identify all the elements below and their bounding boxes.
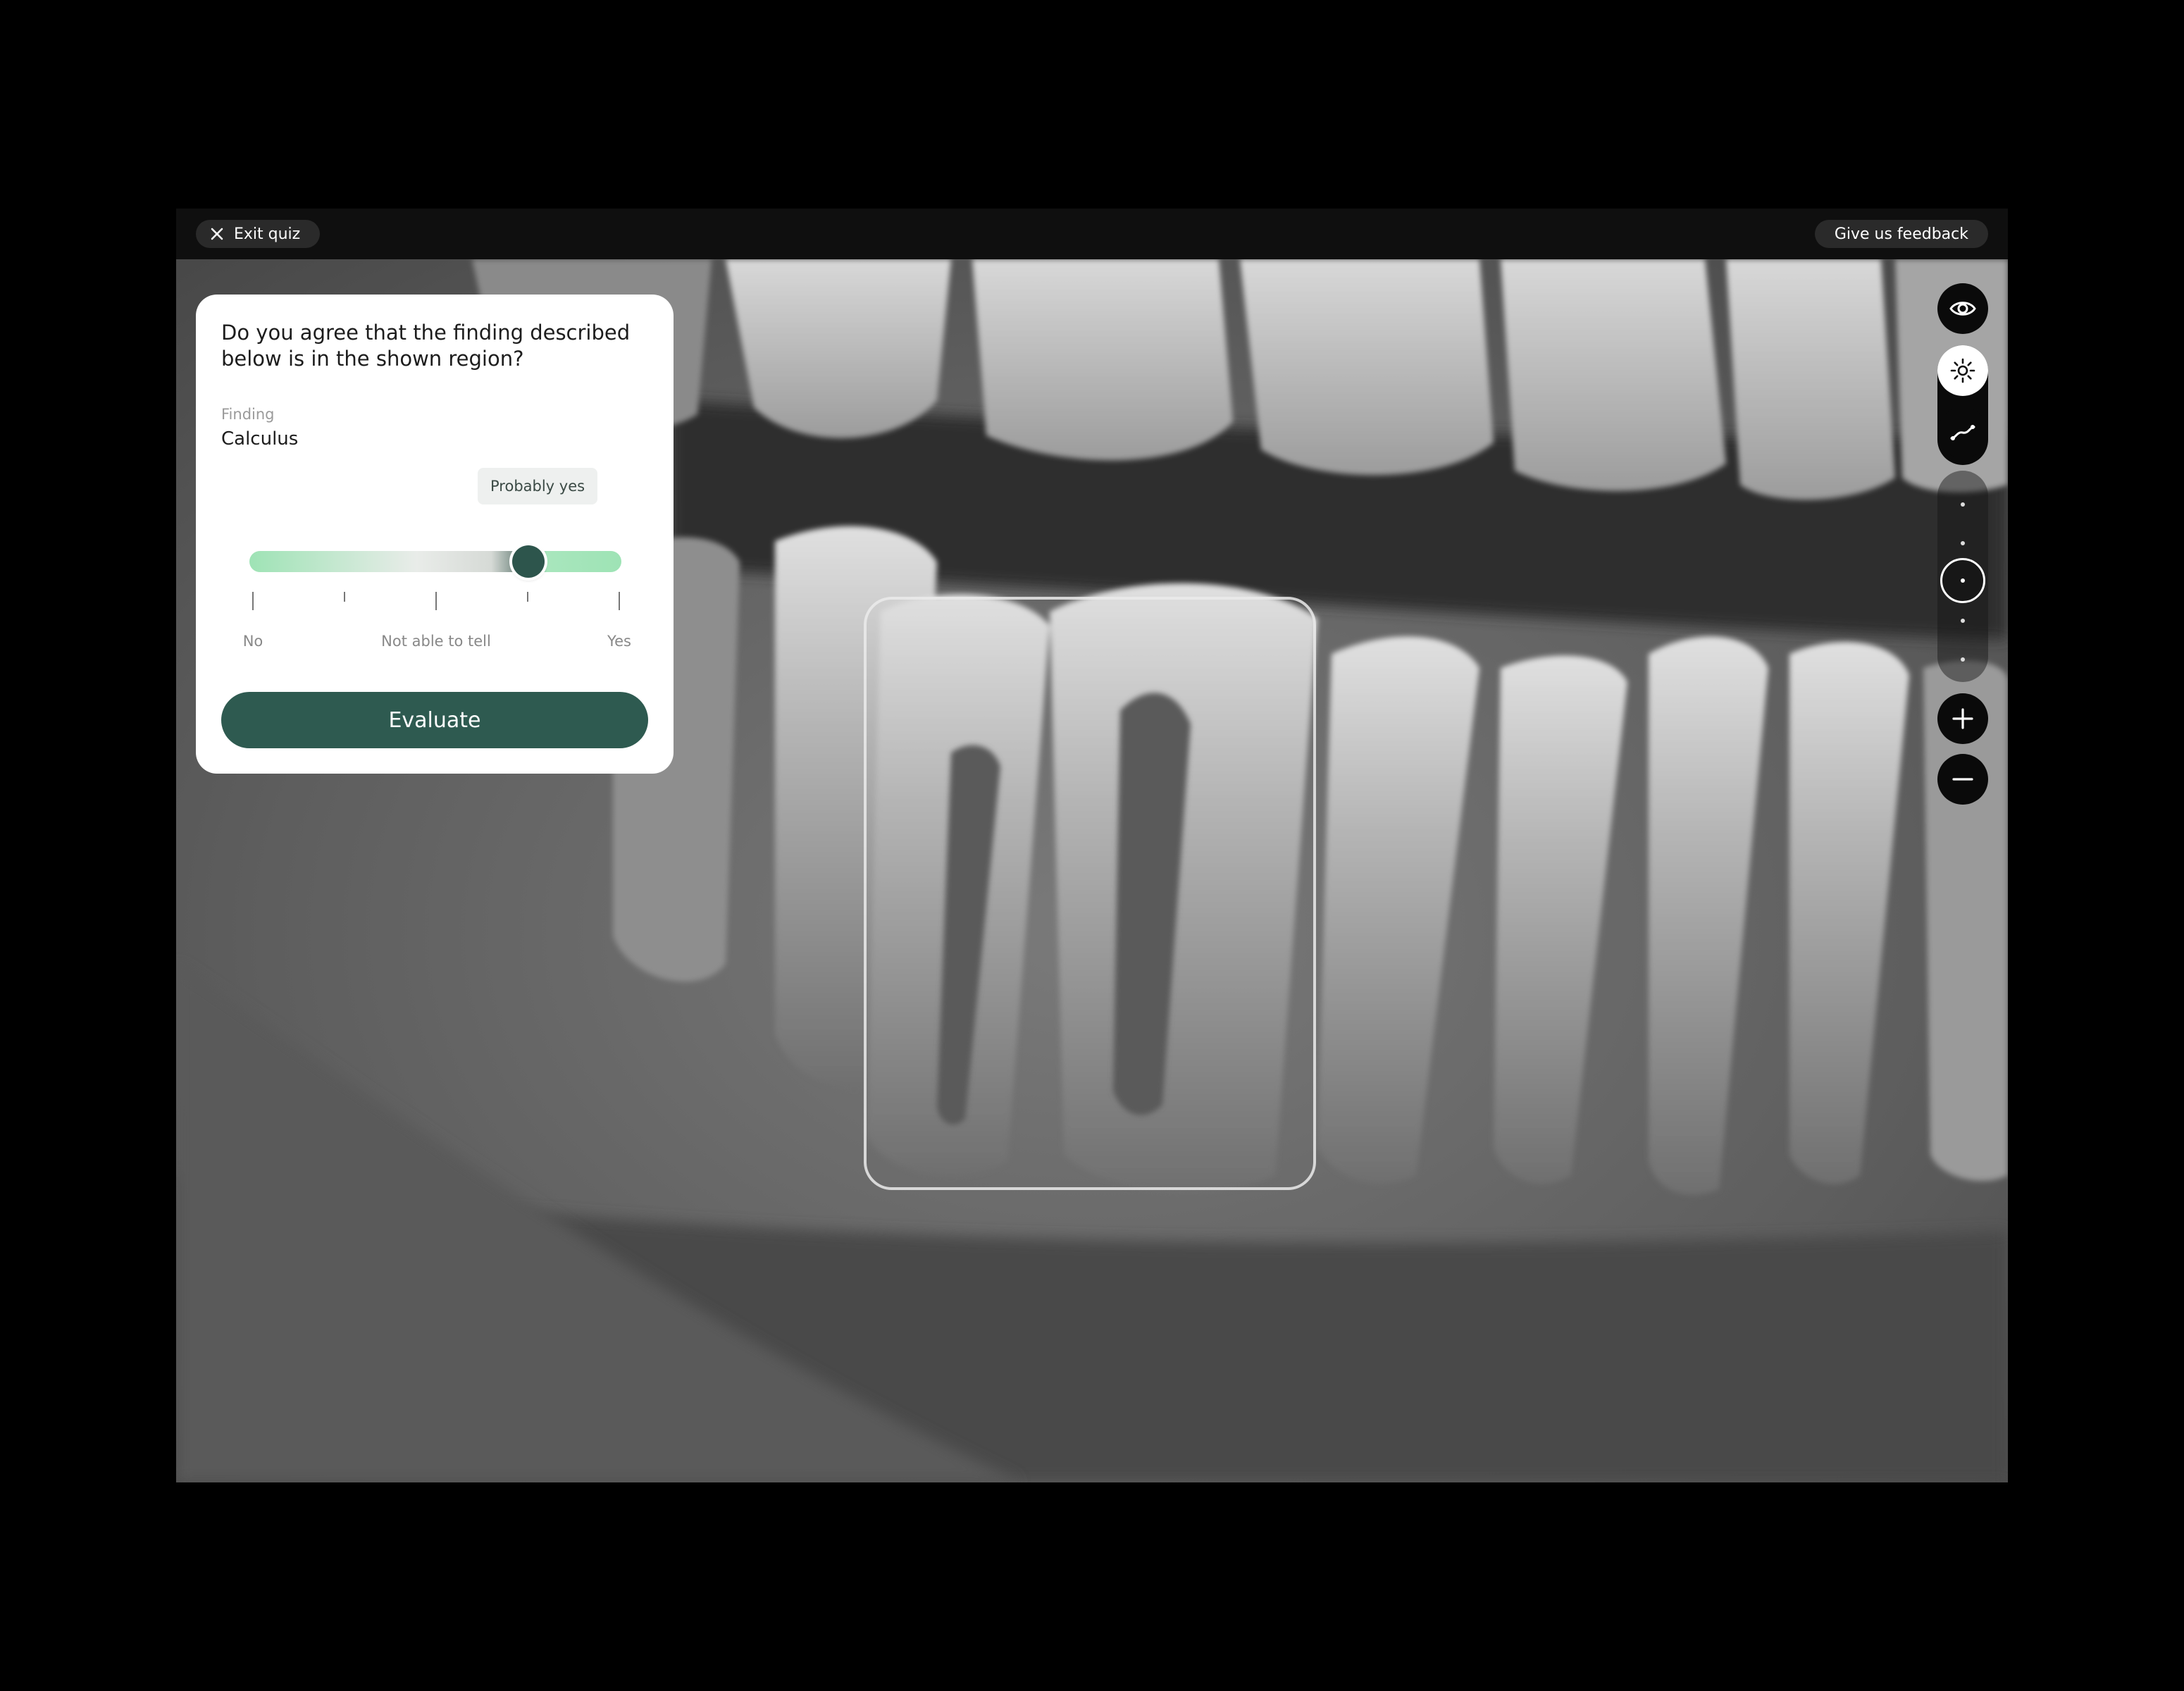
zoom-level-track[interactable] xyxy=(1937,471,1988,682)
zoom-step-dot[interactable] xyxy=(1961,541,1965,545)
highlighted-region-box xyxy=(864,597,1316,1190)
quiz-app: Exit quiz Give us feedback Do you agree … xyxy=(176,209,2008,1482)
evaluate-button[interactable]: Evaluate xyxy=(221,692,648,748)
slider-tick xyxy=(435,592,437,610)
curve-button[interactable] xyxy=(1937,407,1988,458)
exit-quiz-label: Exit quiz xyxy=(234,225,301,243)
scale-label-yes: Yes xyxy=(607,633,631,650)
slider-tick xyxy=(252,592,254,610)
zoom-step-dot[interactable] xyxy=(1961,502,1965,507)
plus-icon xyxy=(1952,708,1973,729)
minus-icon xyxy=(1952,778,1973,781)
zoom-step-dot[interactable] xyxy=(1961,657,1965,662)
slider-tick xyxy=(527,592,528,602)
close-icon xyxy=(211,228,223,240)
zoom-step-selected[interactable] xyxy=(1940,558,1985,603)
xray-viewer[interactable]: Do you agree that the finding described … xyxy=(176,259,2008,1482)
quiz-card: Do you agree that the finding described … xyxy=(196,295,674,774)
exit-quiz-button[interactable]: Exit quiz xyxy=(196,220,321,248)
slider-tick xyxy=(619,592,620,610)
zoom-out-button[interactable] xyxy=(1937,754,1988,805)
give-feedback-label: Give us feedback xyxy=(1834,225,1968,243)
brightness-button[interactable] xyxy=(1937,345,1988,396)
zoom-in-button[interactable] xyxy=(1937,693,1988,744)
curve-icon xyxy=(1950,425,1975,440)
scale-label-not-able-to-tell: Not able to tell xyxy=(381,633,491,650)
zoom-step-dot[interactable] xyxy=(1961,619,1965,623)
quiz-question: Do you agree that the finding described … xyxy=(221,321,631,371)
slider-tick xyxy=(344,592,345,602)
eye-icon xyxy=(1949,302,1976,316)
answer-tooltip: Probably yes xyxy=(478,468,598,504)
brightness-icon xyxy=(1950,358,1975,383)
confidence-slider-thumb[interactable] xyxy=(512,545,545,578)
scale-label-no: No xyxy=(242,633,263,650)
finding-label: Finding xyxy=(221,406,275,423)
top-bar: Exit quiz Give us feedback xyxy=(176,209,2008,259)
finding-value: Calculus xyxy=(221,428,299,450)
confidence-slider-track[interactable] xyxy=(249,551,621,572)
give-feedback-button[interactable]: Give us feedback xyxy=(1814,220,1988,248)
toggle-visibility-button[interactable] xyxy=(1937,283,1988,334)
